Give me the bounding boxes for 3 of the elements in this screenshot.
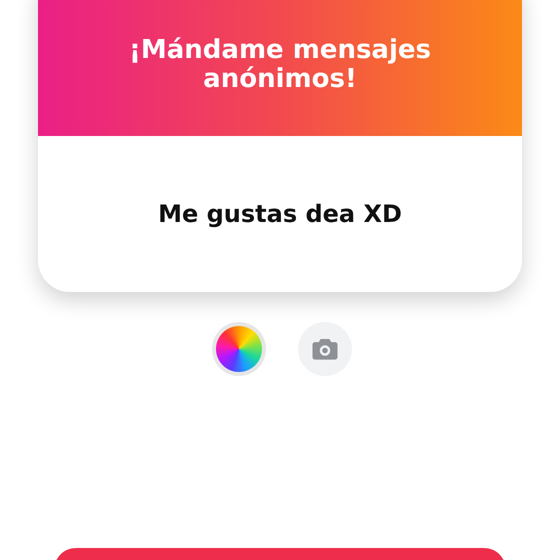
message-text: Me gustas dea XD [158, 200, 402, 228]
color-wheel-icon [216, 326, 262, 372]
card-title: ¡Mándame mensajes anónimos! [128, 36, 432, 94]
